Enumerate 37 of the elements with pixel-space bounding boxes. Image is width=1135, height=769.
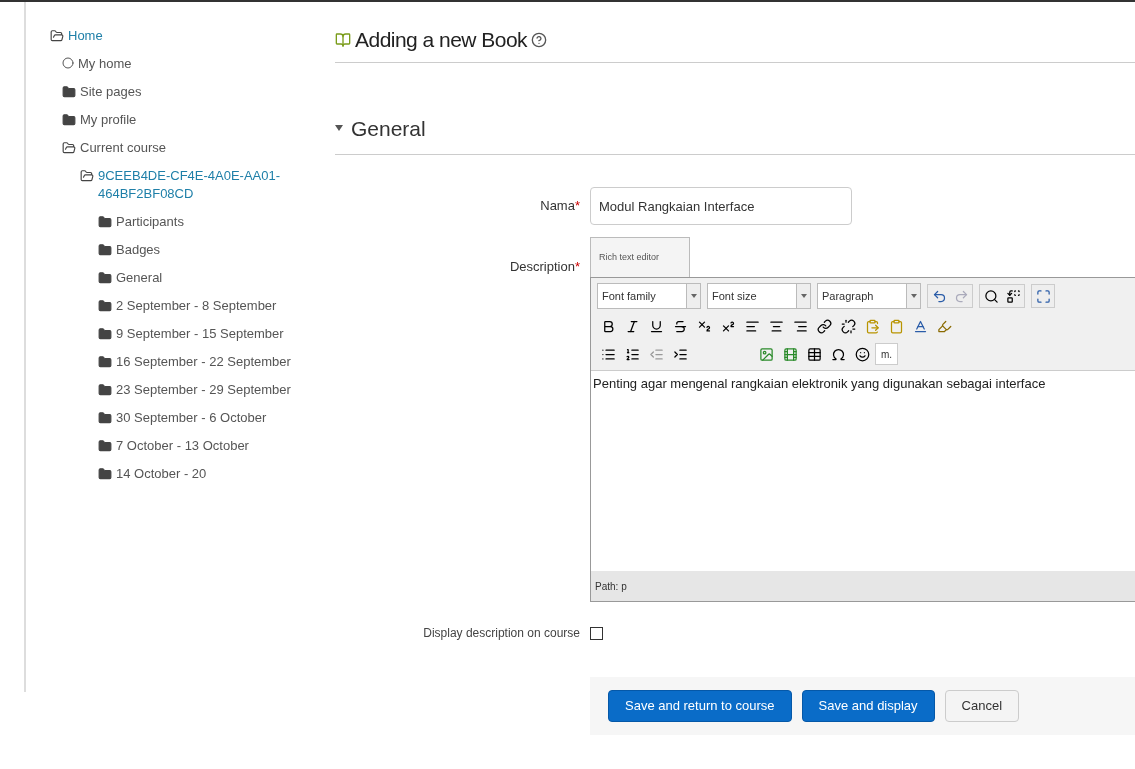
tree-item-link[interactable]: 7 October - 13 October: [116, 437, 249, 455]
tree-item-link[interactable]: Badges: [116, 241, 161, 259]
tree-item-link[interactable]: General: [116, 269, 163, 287]
checkbox[interactable]: [590, 626, 603, 640]
tree-item-link[interactable]: 9 September - 15 September: [116, 325, 284, 343]
tree-item-link[interactable]: 30 September - 6 October: [116, 409, 267, 427]
field-label: Description: [509, 258, 575, 276]
field-label: Nama: [540, 197, 575, 216]
tree-item-link[interactable]: 2 September - 8 September: [116, 297, 277, 315]
section-heading[interactable]: General: [351, 112, 426, 144]
editor-dropdown[interactable]: Paragraph: [817, 283, 921, 309]
required-mark: *: [574, 258, 580, 276]
primary-button[interactable]: Save and return to course: [608, 690, 792, 722]
tree-item-link[interactable]: Site pages: [80, 83, 142, 101]
required-mark: *: [574, 197, 580, 216]
page-title: Adding a new Book: [355, 27, 528, 53]
element-path: Path: p: [595, 579, 627, 594]
book-icon: [335, 31, 351, 48]
collapse-triangle-icon[interactable]: [335, 125, 343, 132]
field-label: Display description on course: [423, 625, 580, 642]
editor-tab[interactable]: Rich text editor: [590, 237, 690, 277]
tree-item-link[interactable]: My home: [78, 55, 132, 73]
editor-dropdown[interactable]: Font size: [707, 283, 811, 309]
primary-button[interactable]: Save and display: [801, 690, 935, 722]
tree-item-link[interactable]: Participants: [116, 213, 184, 231]
tree-item-link[interactable]: 14 October - 20: [116, 465, 207, 483]
tree-item-link[interactable]: 9CEEB4DE-CF4E-4A0E-AA01-464BF2BF08CD: [98, 167, 298, 203]
html-button[interactable]: m.: [875, 343, 899, 365]
tree-item-link[interactable]: Home: [68, 27, 103, 45]
cancel-button[interactable]: Cancel: [944, 690, 1020, 722]
name-input[interactable]: Modul Rangkaian Interface: [590, 187, 852, 225]
tree-item-link[interactable]: My profile: [80, 111, 137, 129]
help-icon[interactable]: [531, 31, 548, 48]
tree-item-link[interactable]: Current course: [80, 139, 166, 157]
editor-dropdown[interactable]: Font family: [597, 283, 701, 309]
tree-item-link[interactable]: 23 September - 29 September: [116, 381, 291, 399]
tree-item-link[interactable]: 16 September - 22 September: [116, 353, 291, 371]
